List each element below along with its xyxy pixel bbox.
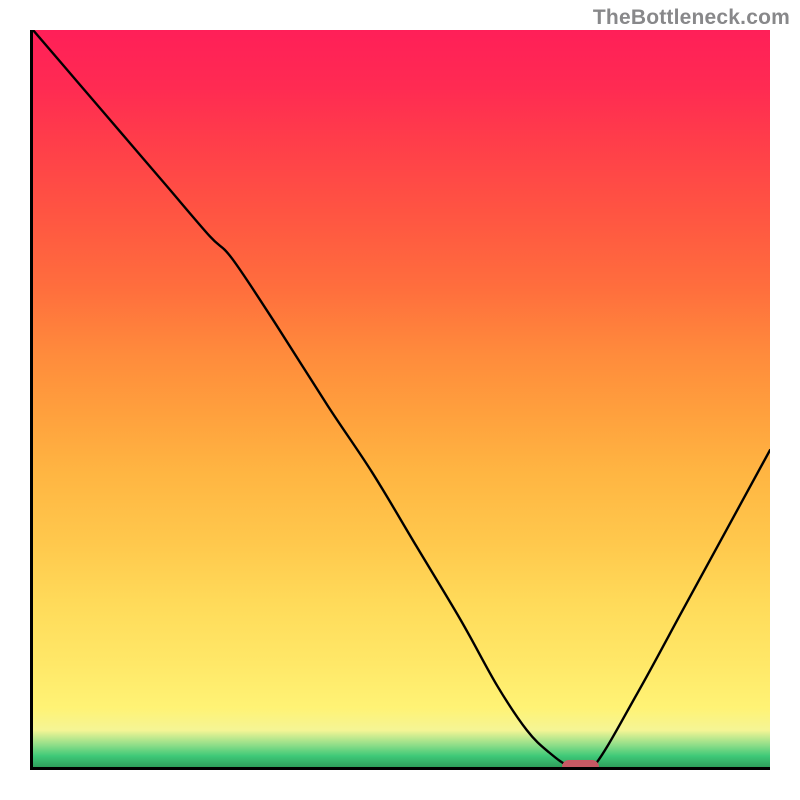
plot-area [30,30,770,770]
watermark-text: TheBottleneck.com [593,6,790,30]
data-curve [33,30,770,767]
optimum-marker [562,760,599,770]
chart-container: TheBottleneck.com [0,0,800,800]
